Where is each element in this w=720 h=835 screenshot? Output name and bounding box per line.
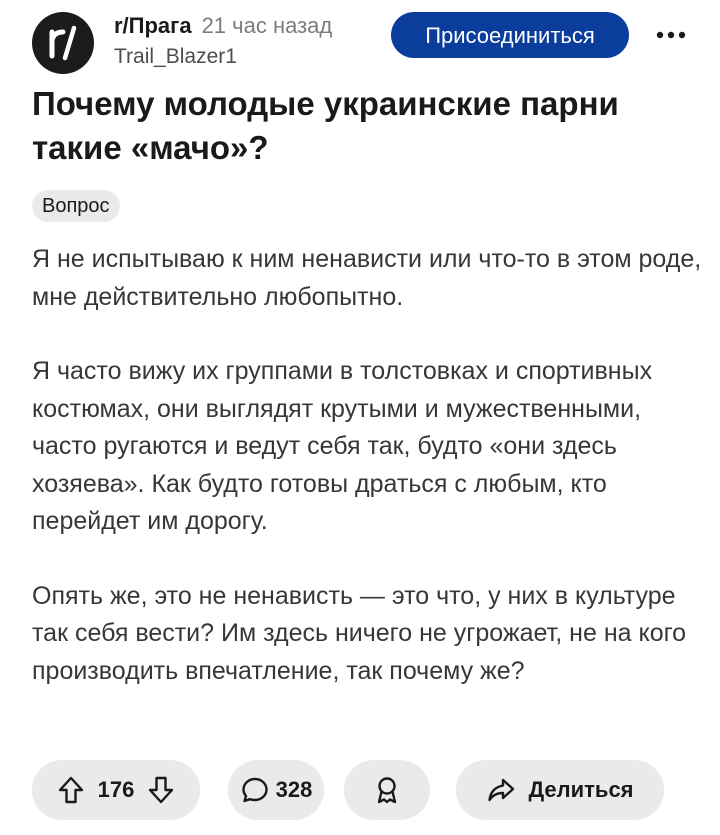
vote-count: 176 (97, 777, 135, 802)
author-link[interactable]: Trail_Blazer1 (114, 44, 237, 70)
more-options-icon (656, 31, 686, 39)
more-options-button[interactable] (650, 22, 692, 48)
post-flair[interactable]: Вопрос (32, 190, 120, 222)
award-button[interactable] (344, 760, 430, 820)
comment-bubble-icon (241, 777, 268, 803)
share-label: Делиться (528, 777, 634, 802)
post-title[interactable]: Почему молодые украинские парни такие «м… (32, 82, 688, 170)
subreddit-link[interactable]: r/Прага (114, 13, 192, 38)
post-meta: r/Прага 21 час назад (114, 12, 358, 40)
post-time: 21 час назад (201, 13, 333, 38)
vote-control: 176 (32, 760, 200, 820)
share-arrow-icon (488, 778, 515, 802)
post-header: r/Прага 21 час назад Trail_Blazer1 Присое… (32, 8, 692, 74)
downvote-arrow-icon (149, 776, 174, 804)
comment-count: 328 (275, 777, 313, 802)
share-button[interactable]: Делиться (456, 760, 664, 820)
post-body: Я не испытываю к ним ненависти или что-т… (32, 241, 702, 727)
comments-button[interactable]: 328 (228, 760, 324, 820)
body-paragraph: Опять же, это не ненависть — это что, у … (32, 581, 687, 685)
body-paragraph: Я не испытываю к ним ненависти или что-т… (32, 245, 702, 311)
body-paragraph: Я часто вижу их группами в толстовках и … (32, 357, 653, 535)
upvote-arrow-icon (58, 776, 83, 804)
upvote-button[interactable] (56, 775, 86, 805)
subreddit-logo-icon (49, 25, 77, 61)
downvote-button[interactable] (146, 775, 176, 805)
join-button[interactable]: Присоединиться (391, 12, 629, 58)
post-action-bar: 176 328 Делиться (32, 760, 692, 820)
award-icon (377, 777, 397, 804)
subreddit-avatar[interactable] (32, 12, 94, 74)
